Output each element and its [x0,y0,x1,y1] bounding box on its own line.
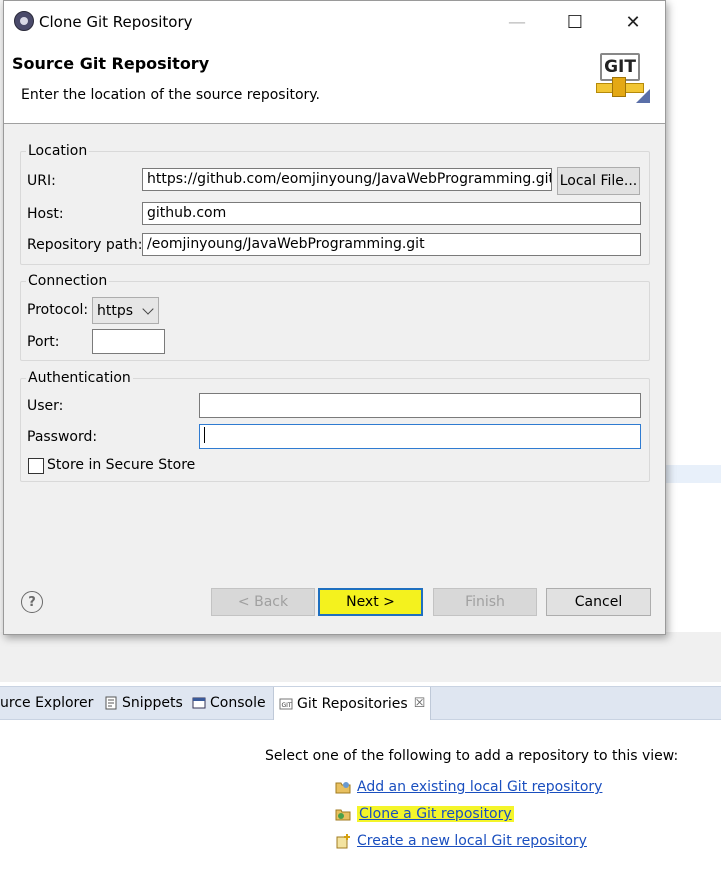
wizard-header: Source Git Repository Enter the location… [4,41,665,124]
minimize-button: — [508,11,526,33]
create-repository-icon [335,833,351,849]
port-label: Port: [27,334,60,350]
uri-input[interactable]: https://github.com/eomjinyoung/JavaWebPr… [142,168,552,191]
create-repository-link[interactable]: Create a new local Git repository [357,833,587,849]
clone-git-repository-dialog: Clone Git Repository — ☐ ✕ Source Git Re… [3,0,666,635]
store-in-secure-store-checkbox[interactable] [28,458,44,474]
dialog-title-bar: Clone Git Repository — ☐ ✕ [4,1,665,41]
tab-label: Console [210,695,266,711]
tab-label: urce Explorer [0,695,94,711]
create-repository-link-row: Create a new local Git repository [335,833,587,849]
next-button[interactable]: Next > [318,588,423,616]
eclipse-app-icon [14,11,34,31]
user-input[interactable] [199,393,641,418]
cancel-button[interactable]: Cancel [546,588,651,616]
location-group-label: Location [26,143,90,159]
page-title: Source Git Repository [12,54,210,73]
window-title: Clone Git Repository [39,13,193,31]
password-input[interactable] [199,424,641,449]
background-selected-row [664,465,721,483]
protocol-label: Protocol: [27,302,89,318]
clone-repository-link-row: Clone a Git repository [335,806,514,822]
git-logo-icon: GIT [594,49,654,105]
authentication-group-label: Authentication [26,370,133,386]
snippets-icon [104,696,118,710]
host-input[interactable]: github.com [142,202,641,225]
tab-git-repositories[interactable]: GIT Git Repositories ☒ [273,687,432,720]
tab-label: Snippets [122,695,183,711]
tab-snippets[interactable]: Snippets [104,687,183,719]
background-editor-strip [0,632,721,682]
protocol-select[interactable]: https [92,297,159,324]
close-tab-icon[interactable]: ☒ [414,696,426,711]
local-file-button[interactable]: Local File... [557,167,640,195]
protocol-selected-value: https [97,302,134,319]
password-label: Password: [27,429,98,445]
repository-path-input[interactable]: /eomjinyoung/JavaWebProgramming.git [142,233,641,256]
clone-repository-link[interactable]: Clone a Git repository [357,806,514,822]
clone-repository-icon [335,806,351,822]
git-repositories-icon: GIT [279,697,293,711]
host-label: Host: [27,206,64,222]
connection-group-label: Connection [26,273,110,289]
finish-button[interactable]: Finish [433,588,537,616]
svg-text:GIT: GIT [282,702,292,709]
back-button[interactable]: < Back [211,588,315,616]
store-in-secure-store-label: Store in Secure Store [47,457,196,473]
add-existing-repository-link[interactable]: Add an existing local Git repository [357,779,602,795]
tab-label: Git Repositories [297,695,408,712]
view-tab-bar: urce Explorer Snippets Console GIT Git R… [0,686,721,720]
user-label: User: [27,398,64,414]
port-input[interactable] [92,329,165,354]
console-icon [192,696,206,710]
add-existing-repository-link-row: Add an existing local Git repository [335,779,602,795]
tab-console[interactable]: Console [192,687,266,719]
text-caret [204,427,205,443]
close-button[interactable]: ✕ [610,7,656,37]
maximize-button[interactable]: ☐ [552,7,598,37]
help-icon[interactable]: ? [21,591,43,613]
add-repository-icon [335,779,351,795]
chevron-down-icon [142,302,154,315]
uri-label: URI: [27,173,56,189]
repository-path-label: Repository path: [27,237,143,253]
view-instruction: Select one of the following to add a rep… [265,748,679,764]
page-description: Enter the location of the source reposit… [21,87,321,103]
tab-source-explorer[interactable]: urce Explorer [0,687,93,719]
